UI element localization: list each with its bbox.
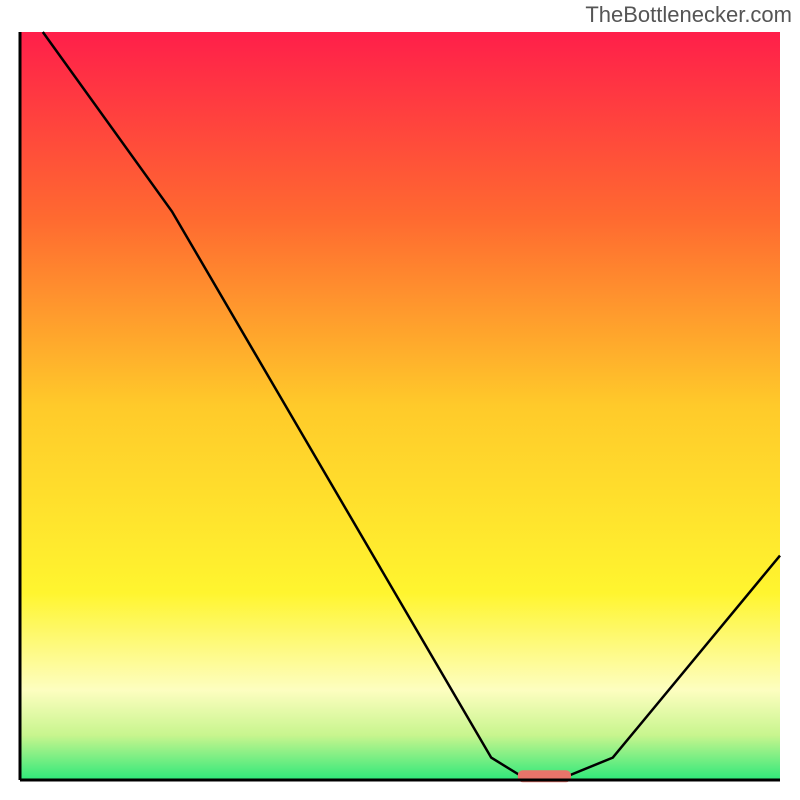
watermark-text: TheBottlenecker.com [585,2,792,28]
bottleneck-chart [0,0,800,800]
chart-container: TheBottlenecker.com [0,0,800,800]
chart-background [20,32,780,780]
